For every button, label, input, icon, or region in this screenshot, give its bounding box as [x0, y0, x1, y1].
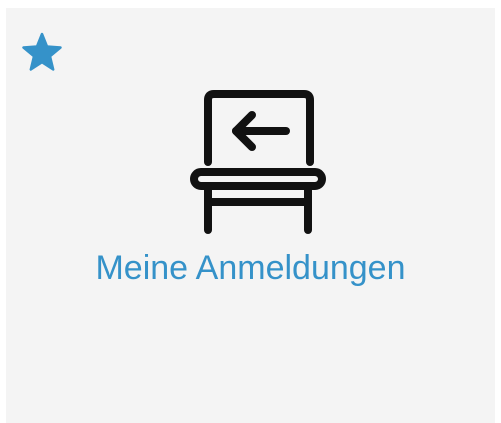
star-icon[interactable]: [22, 32, 62, 72]
lectern-arrow-left-icon: [190, 90, 326, 234]
tile-label[interactable]: Meine Anmeldungen: [6, 248, 495, 288]
meine-anmeldungen-tile[interactable]: Meine Anmeldungen: [6, 8, 495, 423]
